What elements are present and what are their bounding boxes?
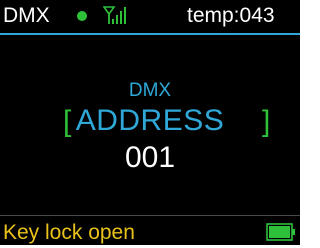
- menu-title: ADDRESS: [75, 104, 225, 137]
- mode-label: DMX: [3, 4, 50, 27]
- battery-icon: [266, 223, 295, 241]
- address-value[interactable]: 001: [0, 140, 300, 176]
- device-screen: DMX temp:043 DMX [ ADDRESS ] 001 Key loc…: [0, 0, 300, 245]
- footer-bar: Key lock open: [0, 215, 300, 245]
- key-lock-status: Key lock open: [3, 221, 135, 244]
- mode-sub-label: DMX: [128, 80, 172, 101]
- signal-strength-icon: [103, 6, 126, 24]
- temperature-readout: temp:043: [187, 4, 275, 27]
- status-dot-icon: [77, 11, 87, 21]
- status-bar: DMX temp:043: [0, 0, 300, 35]
- selection-bracket-right: ]: [262, 105, 271, 138]
